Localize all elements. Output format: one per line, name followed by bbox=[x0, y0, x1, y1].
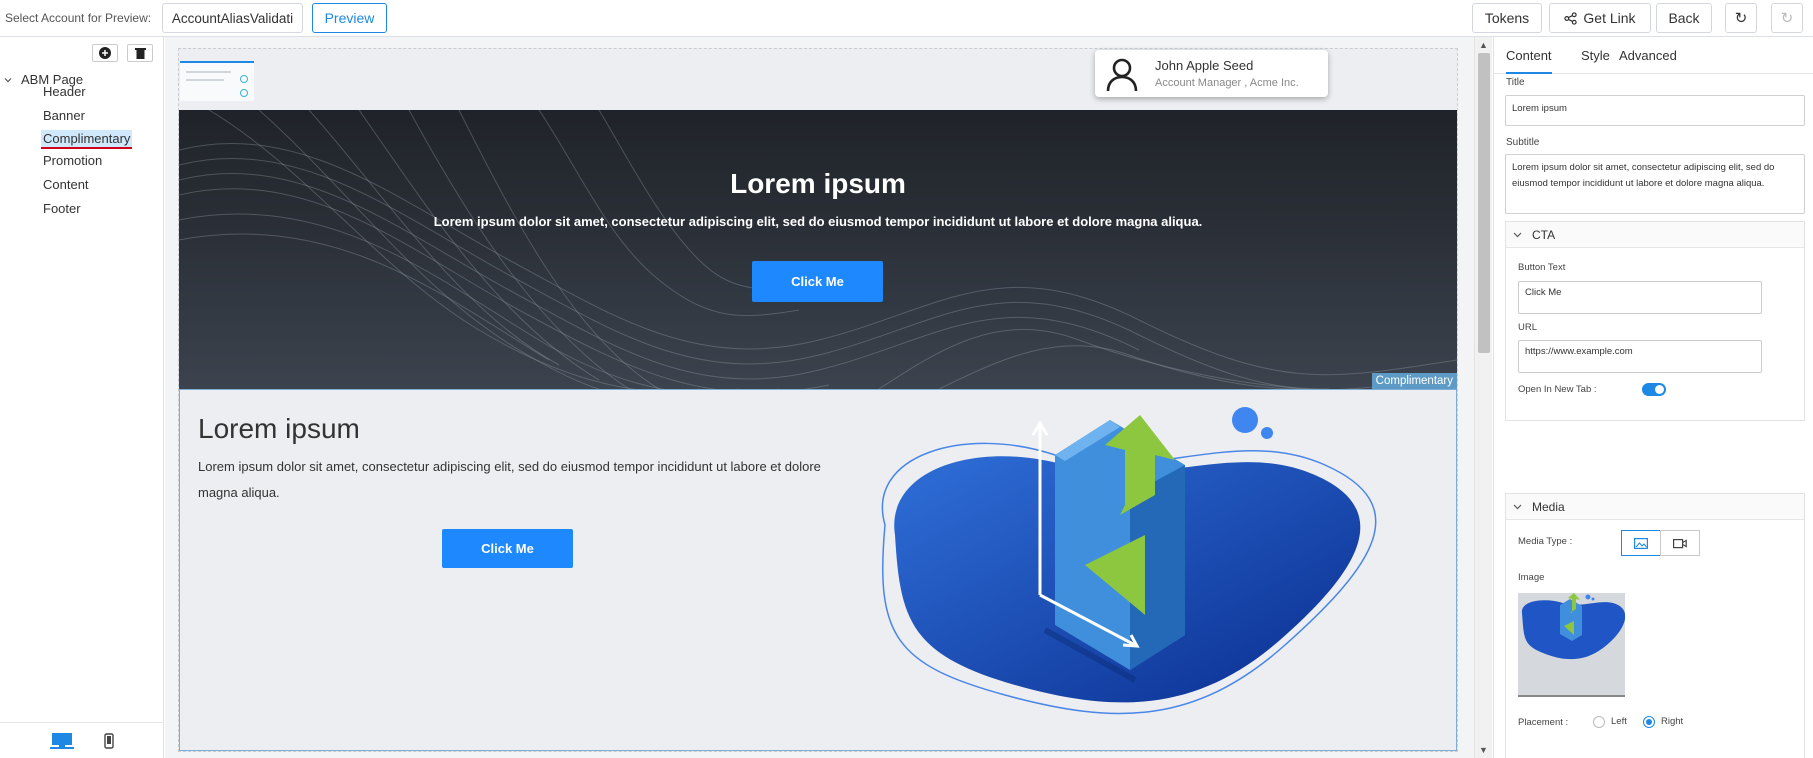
section-tree-panel: ABM Page Header Banner Complimentary Pro… bbox=[0, 37, 164, 758]
get-link-button[interactable]: Get Link bbox=[1549, 3, 1651, 33]
title-input[interactable]: Lorem ipsum bbox=[1505, 95, 1805, 126]
properties-tabs: Content Style Advanced bbox=[1494, 37, 1813, 74]
tree-item-promotion[interactable]: Promotion bbox=[43, 153, 102, 168]
subtitle-label: Subtitle bbox=[1506, 137, 1540, 148]
plus-circle-icon bbox=[99, 47, 111, 59]
account-select[interactable]: AccountAliasValidati bbox=[162, 3, 303, 33]
banner-title: Lorem ipsum bbox=[730, 168, 906, 199]
select-account-label: Select Account for Preview: bbox=[5, 11, 152, 25]
button-text-label: Button Text bbox=[1518, 262, 1566, 273]
tree-item-complimentary[interactable]: Complimentary bbox=[41, 130, 133, 149]
get-link-label: Get Link bbox=[1583, 10, 1636, 26]
subtitle-textarea[interactable]: Lorem ipsum dolor sit amet, consectetur … bbox=[1505, 154, 1805, 214]
media-type-label: Media Type : bbox=[1518, 536, 1573, 547]
cta-section: CTA Button Text Click Me URL https://www… bbox=[1505, 221, 1805, 421]
cta-heading: CTA bbox=[1532, 227, 1556, 242]
scrollbar-thumb[interactable] bbox=[1478, 53, 1490, 353]
add-section-button[interactable] bbox=[92, 44, 118, 62]
media-section: Media Media Type : Image Placement : Lef… bbox=[1505, 493, 1805, 758]
user-avatar-icon bbox=[1106, 58, 1138, 91]
top-toolbar: Select Account for Preview: AccountAlias… bbox=[0, 0, 1813, 37]
back-button[interactable]: Back bbox=[1656, 3, 1712, 33]
user-role: Account Manager , Acme Inc. bbox=[1155, 77, 1299, 89]
wave-mesh-background bbox=[179, 110, 1457, 389]
video-icon bbox=[1673, 538, 1687, 548]
placement-left-radio[interactable] bbox=[1593, 716, 1605, 728]
page-preview: John Apple Seed Account Manager , Acme I… bbox=[178, 48, 1458, 752]
refresh-button[interactable]: ↻ bbox=[1725, 3, 1757, 33]
image-icon bbox=[1634, 537, 1648, 549]
media-type-image-button[interactable] bbox=[1621, 530, 1661, 556]
tab-content[interactable]: Content bbox=[1506, 48, 1552, 74]
tab-style[interactable]: Style bbox=[1581, 48, 1610, 63]
chevron-down-icon bbox=[1513, 232, 1522, 238]
url-label: URL bbox=[1518, 322, 1538, 333]
complimentary-title: Lorem ipsum bbox=[198, 413, 360, 444]
delete-section-button[interactable] bbox=[127, 44, 153, 62]
redo-icon: ↻ bbox=[1780, 10, 1794, 27]
tree-item-header[interactable]: Header bbox=[43, 84, 86, 99]
scroll-up-icon[interactable]: ▲ bbox=[1479, 40, 1488, 50]
title-label: Title bbox=[1506, 77, 1525, 88]
url-input[interactable]: https://www.example.com bbox=[1518, 340, 1762, 373]
banner-subtitle: Lorem ipsum dolor sit amet, consectetur … bbox=[433, 214, 1203, 229]
user-name: John Apple Seed bbox=[1155, 58, 1254, 73]
scroll-down-icon[interactable]: ▼ bbox=[1479, 745, 1488, 755]
trash-icon bbox=[134, 48, 146, 59]
tree-item-banner[interactable]: Banner bbox=[43, 108, 85, 123]
new-tab-label: Open In New Tab : bbox=[1518, 384, 1597, 395]
banner-cta-button[interactable]: Click Me bbox=[752, 261, 883, 302]
cta-section-header[interactable]: CTA bbox=[1506, 222, 1804, 248]
device-switcher bbox=[0, 722, 164, 758]
chevron-down-icon bbox=[1513, 504, 1522, 510]
redo-button[interactable]: ↻ bbox=[1771, 3, 1803, 33]
complimentary-subtitle: Lorem ipsum dolor sit amet, consectetur … bbox=[198, 459, 821, 500]
media-section-header[interactable]: Media bbox=[1506, 494, 1804, 520]
placement-label: Placement : bbox=[1518, 717, 1569, 728]
placement-right-label: Right bbox=[1661, 716, 1684, 727]
properties-panel: Content Style Advanced Title Lorem ipsum… bbox=[1493, 37, 1813, 758]
media-heading: Media bbox=[1532, 499, 1565, 514]
tree-item-content[interactable]: Content bbox=[43, 177, 89, 192]
complimentary-cta-button[interactable]: Click Me bbox=[442, 529, 573, 568]
image-label: Image bbox=[1518, 572, 1545, 583]
preview-button[interactable]: Preview bbox=[312, 3, 387, 33]
button-text-input[interactable]: Click Me bbox=[1518, 281, 1762, 314]
refresh-icon: ↻ bbox=[1734, 10, 1748, 27]
complimentary-section[interactable]: Lorem ipsum Lorem ipsum dolor sit amet, … bbox=[179, 389, 1457, 751]
mobile-icon[interactable] bbox=[104, 732, 114, 749]
header-section[interactable]: John Apple Seed Account Manager , Acme I… bbox=[179, 49, 1457, 109]
banner-section[interactable]: Lorem ipsum Lorem ipsum dolor sit amet, … bbox=[179, 110, 1457, 389]
logo-thumbnail bbox=[180, 61, 254, 101]
placement-left-label: Left bbox=[1611, 716, 1627, 727]
new-tab-toggle[interactable] bbox=[1642, 383, 1666, 396]
tokens-button[interactable]: Tokens bbox=[1472, 3, 1542, 33]
tree-item-footer[interactable]: Footer bbox=[43, 201, 81, 216]
upload-illustration bbox=[881, 407, 1377, 715]
desktop-icon[interactable] bbox=[50, 732, 74, 750]
media-type-video-button[interactable] bbox=[1660, 530, 1700, 556]
account-manager-card: John Apple Seed Account Manager , Acme I… bbox=[1095, 50, 1328, 97]
placement-right-radio[interactable] bbox=[1643, 716, 1655, 728]
section-tag: Complimentary bbox=[1371, 373, 1457, 389]
share-icon bbox=[1564, 11, 1578, 25]
image-preview-thumbnail[interactable] bbox=[1518, 593, 1625, 697]
tab-advanced[interactable]: Advanced bbox=[1619, 48, 1677, 63]
chevron-down-icon bbox=[4, 77, 12, 82]
canvas-scrollbar[interactable]: ▲ ▼ bbox=[1474, 37, 1492, 758]
